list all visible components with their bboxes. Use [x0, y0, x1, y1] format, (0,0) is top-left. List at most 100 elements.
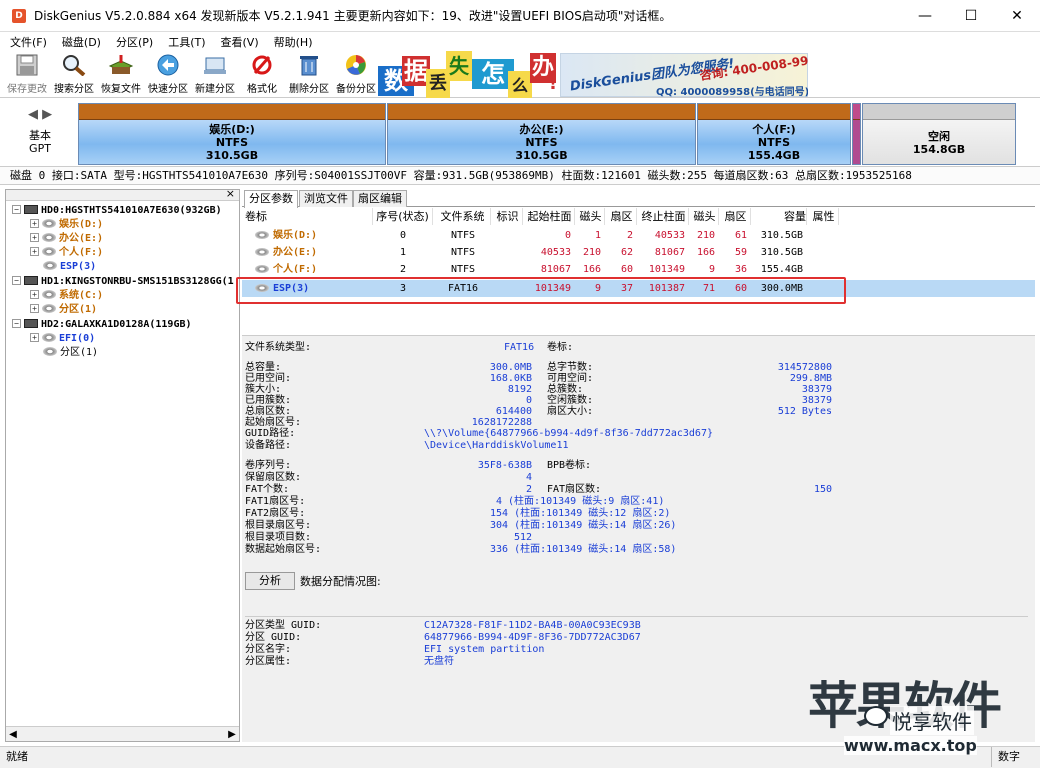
partition-guid-value: 64877966-B994-4D9F-8F36-7DD772AC3D67 — [424, 632, 641, 643]
scroll-right-icon[interactable]: ▶ — [225, 727, 239, 742]
partition-icon — [42, 247, 56, 256]
diskmap-partition-d[interactable]: 娱乐(D:) NTFS 310.5GB — [78, 103, 386, 165]
tree-disk-hd0[interactable]: − HD0:HGSTHTS541010A7E630(932GB) — [12, 204, 222, 218]
new-partition-button[interactable]: 新建分区 — [193, 53, 237, 95]
col-capacity[interactable]: 容量 — [753, 208, 807, 225]
menu-tools[interactable]: 工具(T) — [158, 34, 210, 50]
menu-partition[interactable]: 分区(P) — [106, 34, 158, 50]
free-clusters-value: 38379 — [801, 395, 832, 406]
total-capacity-value: 300.0MB — [489, 362, 532, 373]
tree-partition-c[interactable]: + 系统(C:) — [30, 289, 103, 303]
partition-icon — [43, 261, 57, 270]
serial-value: 35F8-638B — [477, 460, 532, 471]
data-start-sector-value: 336 (柱面:101349 磁头:14 扇区:58) — [490, 544, 677, 555]
menu-view[interactable]: 查看(V) — [211, 34, 264, 50]
col-filesystem[interactable]: 文件系统 — [435, 208, 491, 225]
partition-icon — [255, 231, 269, 239]
minimize-button[interactable]: — — [902, 0, 948, 32]
partition-type-guid-value: C12A7328-F81F-11D2-BA4B-00A0C93EC93B — [424, 620, 641, 631]
col-start-head[interactable]: 磁头 — [577, 208, 605, 225]
serial-label: 卷序列号: — [245, 460, 292, 471]
tree-partition-esp[interactable]: ESP(3) — [43, 260, 97, 274]
save-icon — [14, 53, 40, 77]
maximize-button[interactable]: ☐ — [948, 0, 994, 32]
ad-banner[interactable]: 数 据 丢 失 怎 么 办 ! DiskGenius团队为您服务! 咨询: 40… — [378, 51, 808, 98]
disk-icon — [24, 205, 38, 214]
cluster-size-value: 8192 — [507, 384, 532, 395]
used-clusters-label: 已用簇数: — [245, 395, 292, 406]
search-partition-button[interactable]: 搜索分区 — [52, 53, 96, 95]
partition-icon — [255, 265, 269, 273]
tree-partition-hd1-1[interactable]: + 分区(1) — [30, 303, 97, 317]
close-window-button[interactable]: ✕ — [994, 0, 1040, 32]
watermark: 苹果软件 悦享软件 www.macx.top — [800, 676, 1040, 766]
format-button[interactable]: 格式化 — [240, 53, 284, 95]
save-changes-button[interactable]: 保存更改 — [5, 53, 49, 95]
tree-partition-e[interactable]: + 办公(E:) — [30, 232, 103, 246]
fat1-label: FAT1扇区号: — [245, 496, 306, 507]
used-space-label: 已用空间: — [245, 373, 292, 384]
table-row[interactable]: 娱乐(D:) 0 NTFS 0 1 2 40533 210 61 310.5GB — [242, 227, 1035, 244]
table-row[interactable]: 个人(F:) 2 NTFS 81067 166 60 101349 9 36 1… — [242, 261, 1035, 273]
free-clusters-label: 空闲簇数: — [547, 395, 594, 406]
menu-disk[interactable]: 磁盘(D) — [52, 34, 106, 50]
table-row[interactable]: 办公(E:) 1 NTFS 40533 210 62 81067 166 59 … — [242, 244, 1035, 261]
disk-nav-arrows[interactable]: ◀ ▶ — [28, 107, 52, 122]
banner-char: 么 — [508, 71, 532, 98]
delete-partition-button[interactable]: 删除分区 — [287, 53, 331, 95]
disk-info-bar: 磁盘 0 接口:SATA 型号:HGSTHTS541010A7E630 序列号:… — [0, 166, 1040, 185]
fat-count-label: FAT个数: — [245, 484, 290, 495]
close-panel-icon[interactable]: × — [226, 187, 235, 200]
diskmap-partition-f[interactable]: 个人(F:) NTFS 155.4GB — [697, 103, 851, 165]
tree-disk-hd2[interactable]: − HD2:GALAXKA1D0128A(119GB) — [12, 318, 192, 332]
fs-type-label: 文件系统类型: — [245, 342, 312, 353]
diskmap-partition-esp[interactable] — [852, 103, 861, 165]
scroll-left-icon[interactable]: ◀ — [6, 727, 20, 742]
tab-browse-files[interactable]: 浏览文件 — [299, 190, 353, 207]
disk-map: ◀ ▶ 基本 GPT 娱乐(D:) NTFS 310.5GB 办公(E:) NT… — [0, 99, 1040, 165]
start-sector-label: 起始扇区号: — [245, 417, 302, 428]
col-volume-label[interactable]: 卷标 — [245, 208, 373, 225]
sector-size-label: 扇区大小: — [547, 406, 594, 417]
col-start-sector[interactable]: 扇区 — [607, 208, 637, 225]
free-space-label: 可用空间: — [547, 373, 594, 384]
device-path-label: 设备路径: — [245, 440, 292, 451]
tree-partition-efi[interactable]: + EFI(0) — [30, 332, 95, 346]
tree-horizontal-scrollbar[interactable]: ◀ ▶ — [6, 726, 239, 741]
analyze-button[interactable]: 分析 — [245, 572, 295, 590]
fs-type-value: FAT16 — [504, 342, 535, 353]
tree-partition-f[interactable]: + 个人(F:) — [30, 246, 103, 260]
diskmap-free-space[interactable]: 空闲 154.8GB — [862, 103, 1016, 165]
recover-files-button[interactable]: 恢复文件 — [99, 53, 143, 95]
tab-sector-edit[interactable]: 扇区编辑 — [353, 190, 407, 207]
col-id[interactable]: 标识 — [493, 208, 523, 225]
partition-attr-value: 无盘符 — [424, 656, 454, 667]
root-dir-items-value: 512 — [514, 532, 533, 543]
fat-sectors-label: FAT扇区数: — [547, 484, 602, 495]
col-index[interactable]: 序号(状态) — [373, 208, 433, 225]
col-end-head[interactable]: 磁头 — [691, 208, 719, 225]
menu-help[interactable]: 帮助(H) — [264, 34, 318, 50]
diskmap-partition-e[interactable]: 办公(E:) NTFS 310.5GB — [387, 103, 696, 165]
watermark-url: www.macx.top — [844, 736, 977, 755]
banner-ad-panel: DiskGenius团队为您服务! 咨询: 400-008-9958 QQ: 4… — [560, 51, 808, 98]
quick-partition-button[interactable]: 快速分区 — [146, 53, 190, 95]
total-sectors-value: 614400 — [495, 406, 532, 417]
disk-icon — [24, 276, 38, 285]
highlight-annotation — [236, 277, 846, 304]
backup-partition-button[interactable]: 备份分区 — [334, 53, 378, 95]
total-bytes-label: 总字节数: — [547, 362, 594, 373]
col-end-sector[interactable]: 扇区 — [721, 208, 751, 225]
cluster-size-label: 簇大小: — [245, 384, 282, 395]
col-attribute[interactable]: 属性 — [809, 208, 839, 225]
tree-disk-hd1[interactable]: − HD1:KINGSTONRBU-SMS151BS3128GG(1 — [12, 275, 234, 289]
root-dir-items-label: 根目录项目数: — [245, 532, 312, 543]
table-header: 卷标 序号(状态) 文件系统 标识 起始柱面 磁头 扇区 终止柱面 磁头 扇区 … — [242, 208, 1035, 225]
disk-tree-panel: × − HD0:HGSTHTS541010A7E630(932GB) + 娱乐(D:… — [5, 187, 240, 742]
menu-file[interactable]: 文件(F) — [0, 34, 52, 50]
col-end-cylinder[interactable]: 终止柱面 — [639, 208, 689, 225]
col-start-cylinder[interactable]: 起始柱面 — [525, 208, 575, 225]
tree-partition-hd2-1[interactable]: 分区(1) — [43, 346, 98, 360]
tree-partition-d[interactable]: + 娱乐(D:) — [30, 218, 103, 232]
tab-partition-params[interactable]: 分区参数 — [244, 190, 298, 208]
